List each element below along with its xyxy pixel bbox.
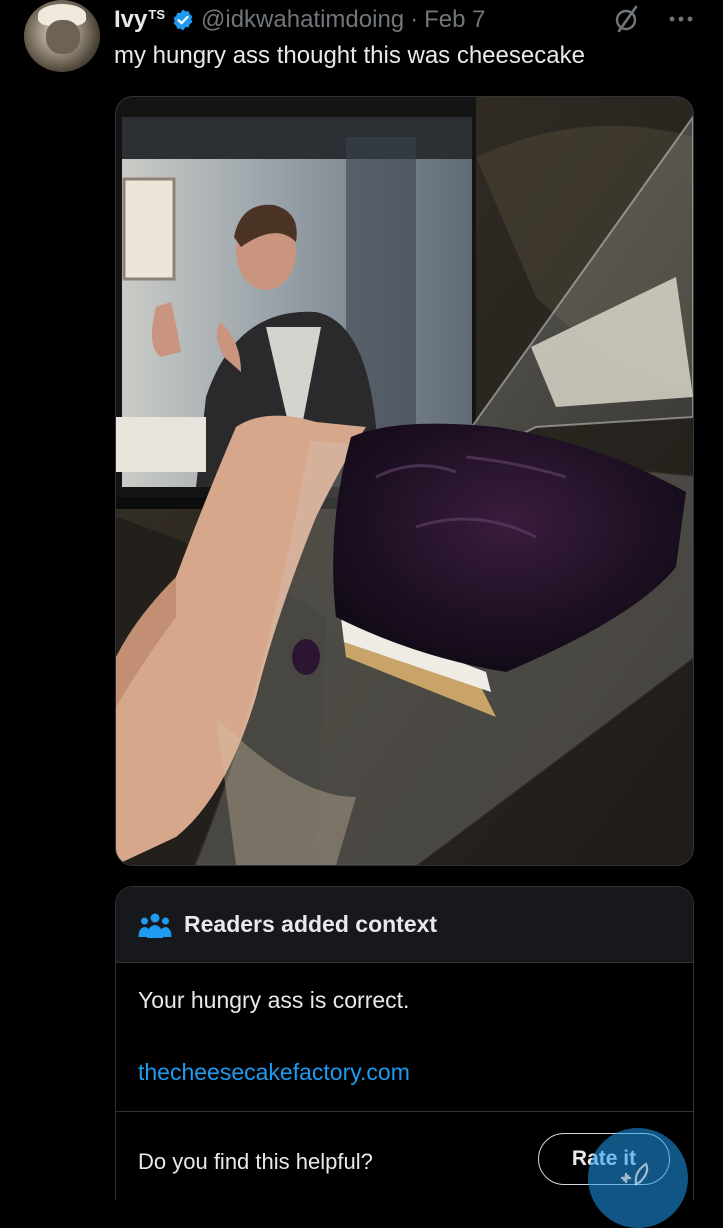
helpful-question: Do you find this helpful? xyxy=(138,1149,373,1174)
photo-illustration xyxy=(116,97,693,865)
note-title: Readers added context xyxy=(184,911,438,937)
grok-slash-icon[interactable] xyxy=(612,4,642,34)
compose-icon xyxy=(620,1162,649,1186)
display-name[interactable]: Ivy xyxy=(114,6,147,34)
tweet-header: Ivy TS @idkwahatimdoing · Feb 7 xyxy=(114,4,486,36)
note-divider xyxy=(116,1111,693,1112)
handle[interactable]: @idkwahatimdoing xyxy=(201,6,404,34)
name-suffix: TS xyxy=(148,6,165,22)
note-source-link[interactable]: thecheesecakefactory.com xyxy=(138,1059,410,1086)
note-body: Your hungry ass is correct. xyxy=(138,987,410,1013)
verified-badge-icon xyxy=(171,8,195,32)
people-icon xyxy=(138,911,172,939)
separator-dot: · xyxy=(410,6,419,33)
avatar[interactable] xyxy=(24,0,100,72)
note-header[interactable]: Readers added context xyxy=(116,887,693,963)
tweet-date[interactable]: Feb 7 xyxy=(424,6,485,34)
tweet-text: my hungry ass thought this was cheesecak… xyxy=(114,42,585,69)
tweet-photo[interactable] xyxy=(115,96,694,866)
avatar-face xyxy=(46,20,80,54)
compose-button[interactable] xyxy=(588,1128,688,1228)
more-icon[interactable] xyxy=(666,4,696,34)
